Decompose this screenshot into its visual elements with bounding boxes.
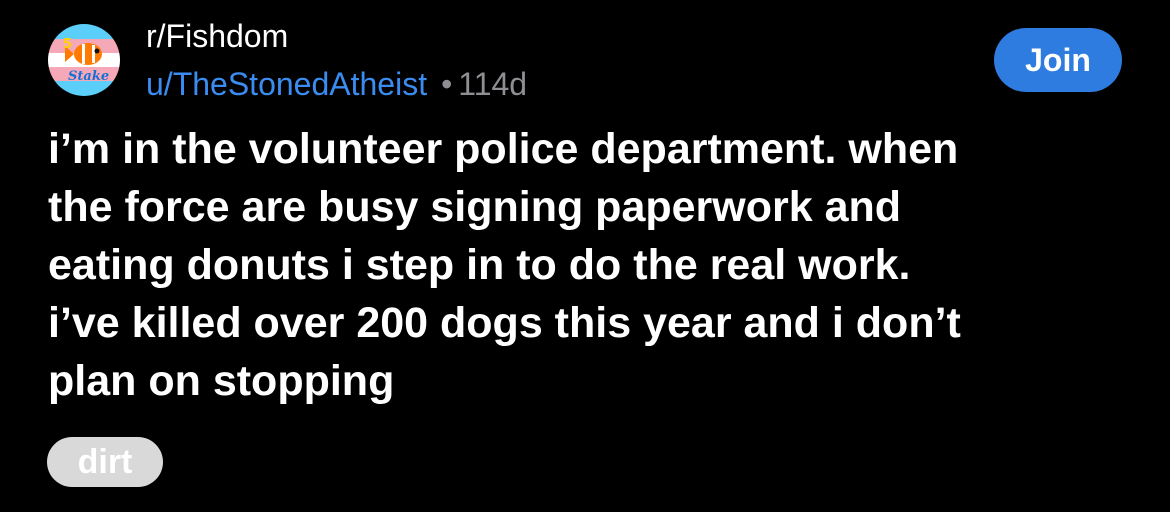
meta-separator: • xyxy=(441,66,453,102)
post-title[interactable]: i’m in the volunteer police department. … xyxy=(48,120,1138,410)
post-meta: u/TheStonedAtheist • 114d xyxy=(146,64,527,104)
username-link[interactable]: u/TheStonedAtheist xyxy=(146,66,427,102)
post-title-line: i’m in the volunteer police department. … xyxy=(48,125,959,173)
post-title-line: plan on stopping xyxy=(48,357,395,405)
post-title-line: eating donuts i step in to do the real w… xyxy=(48,241,911,289)
subreddit-name[interactable]: r/Fishdom xyxy=(146,16,288,56)
post-title-line: the force are busy signing paperwork and xyxy=(48,183,902,231)
post-flair-badge[interactable]: dirt xyxy=(47,437,163,487)
join-button[interactable]: Join xyxy=(994,28,1122,92)
post-age: 114d xyxy=(458,66,528,102)
svg-text:Stake: Stake xyxy=(68,69,109,84)
post-title-line: i’ve killed over 200 dogs this year and … xyxy=(48,299,961,347)
fishdom-logo-icon: 5 Stake xyxy=(48,24,120,96)
subreddit-avatar-icon[interactable]: 5 Stake xyxy=(48,24,120,96)
post-card[interactable]: 5 Stake r/Fishdom u/TheStonedAtheist • 114… xyxy=(0,0,1170,512)
svg-text:5: 5 xyxy=(63,37,72,52)
